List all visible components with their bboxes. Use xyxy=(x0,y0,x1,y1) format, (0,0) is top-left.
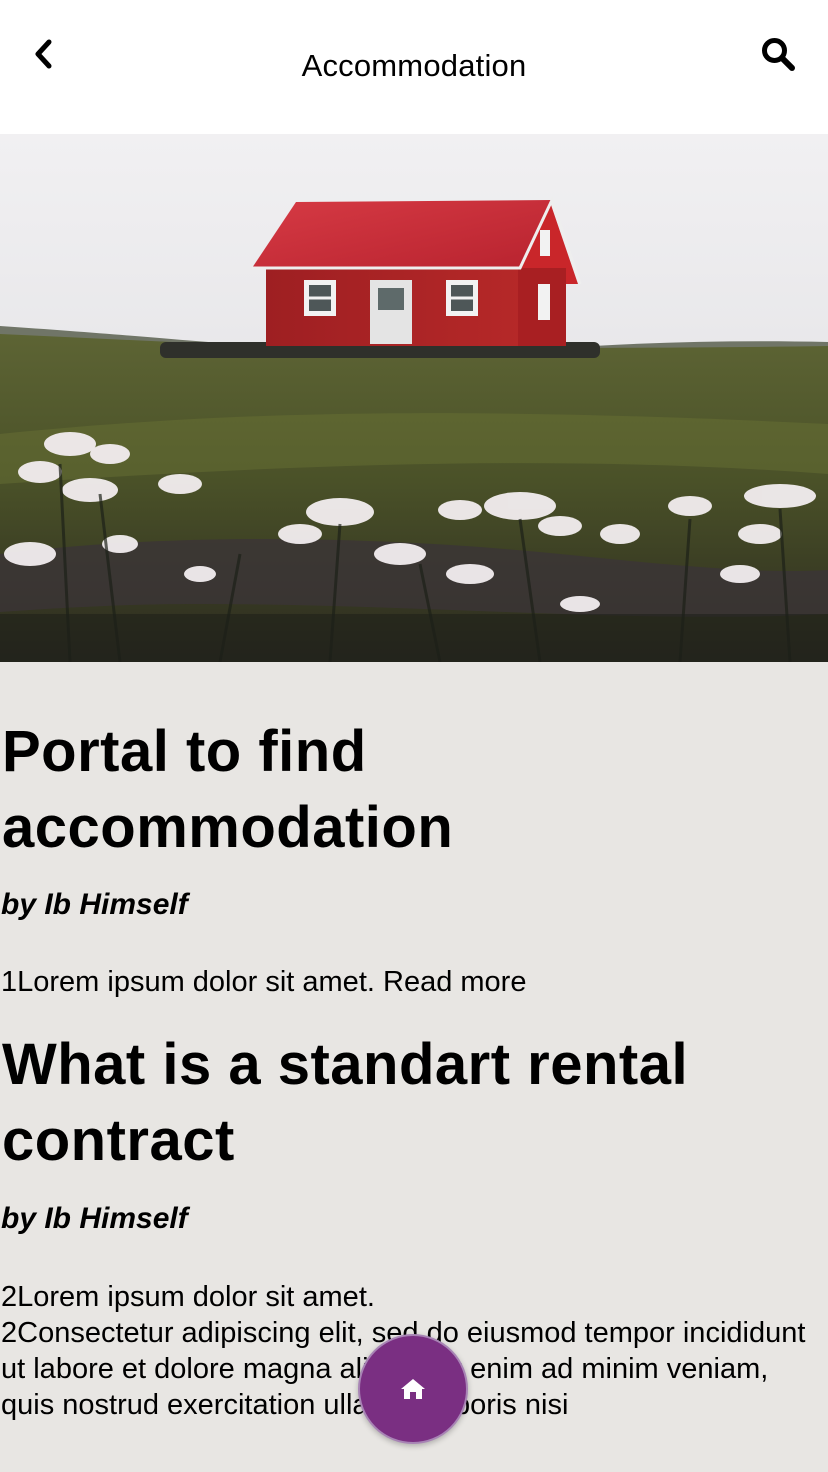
read-more-link[interactable]: Read more xyxy=(383,966,526,998)
red-house-on-hill-photo xyxy=(0,134,828,662)
page-title: Accommodation xyxy=(301,48,527,83)
top-app-bar: Accommodation xyxy=(0,0,828,134)
search-icon xyxy=(762,38,795,71)
article-author: by Ib Himself xyxy=(1,888,188,921)
article-excerpt-text: 1Lorem ipsum dolor sit amet. xyxy=(1,966,375,998)
article-excerpt: 1Lorem ipsum dolor sit amet. Read more xyxy=(0,964,828,1000)
article-title[interactable]: What is a standart rental contract xyxy=(0,1027,828,1179)
home-fab-button[interactable] xyxy=(358,1334,468,1444)
article-list: Portal to find accommodation by Ib Himse… xyxy=(0,662,828,1423)
article-title[interactable]: Portal to find accommodation xyxy=(0,714,828,866)
hero-image xyxy=(0,134,828,662)
article-excerpt-line: 2Lorem ipsum dolor sit amet. xyxy=(1,1281,375,1313)
home-icon xyxy=(401,1379,425,1399)
article-author: by Ib Himself xyxy=(1,1202,188,1235)
article-card[interactable]: Portal to find accommodation by Ib Himse… xyxy=(0,714,828,1000)
search-button[interactable] xyxy=(752,28,804,80)
